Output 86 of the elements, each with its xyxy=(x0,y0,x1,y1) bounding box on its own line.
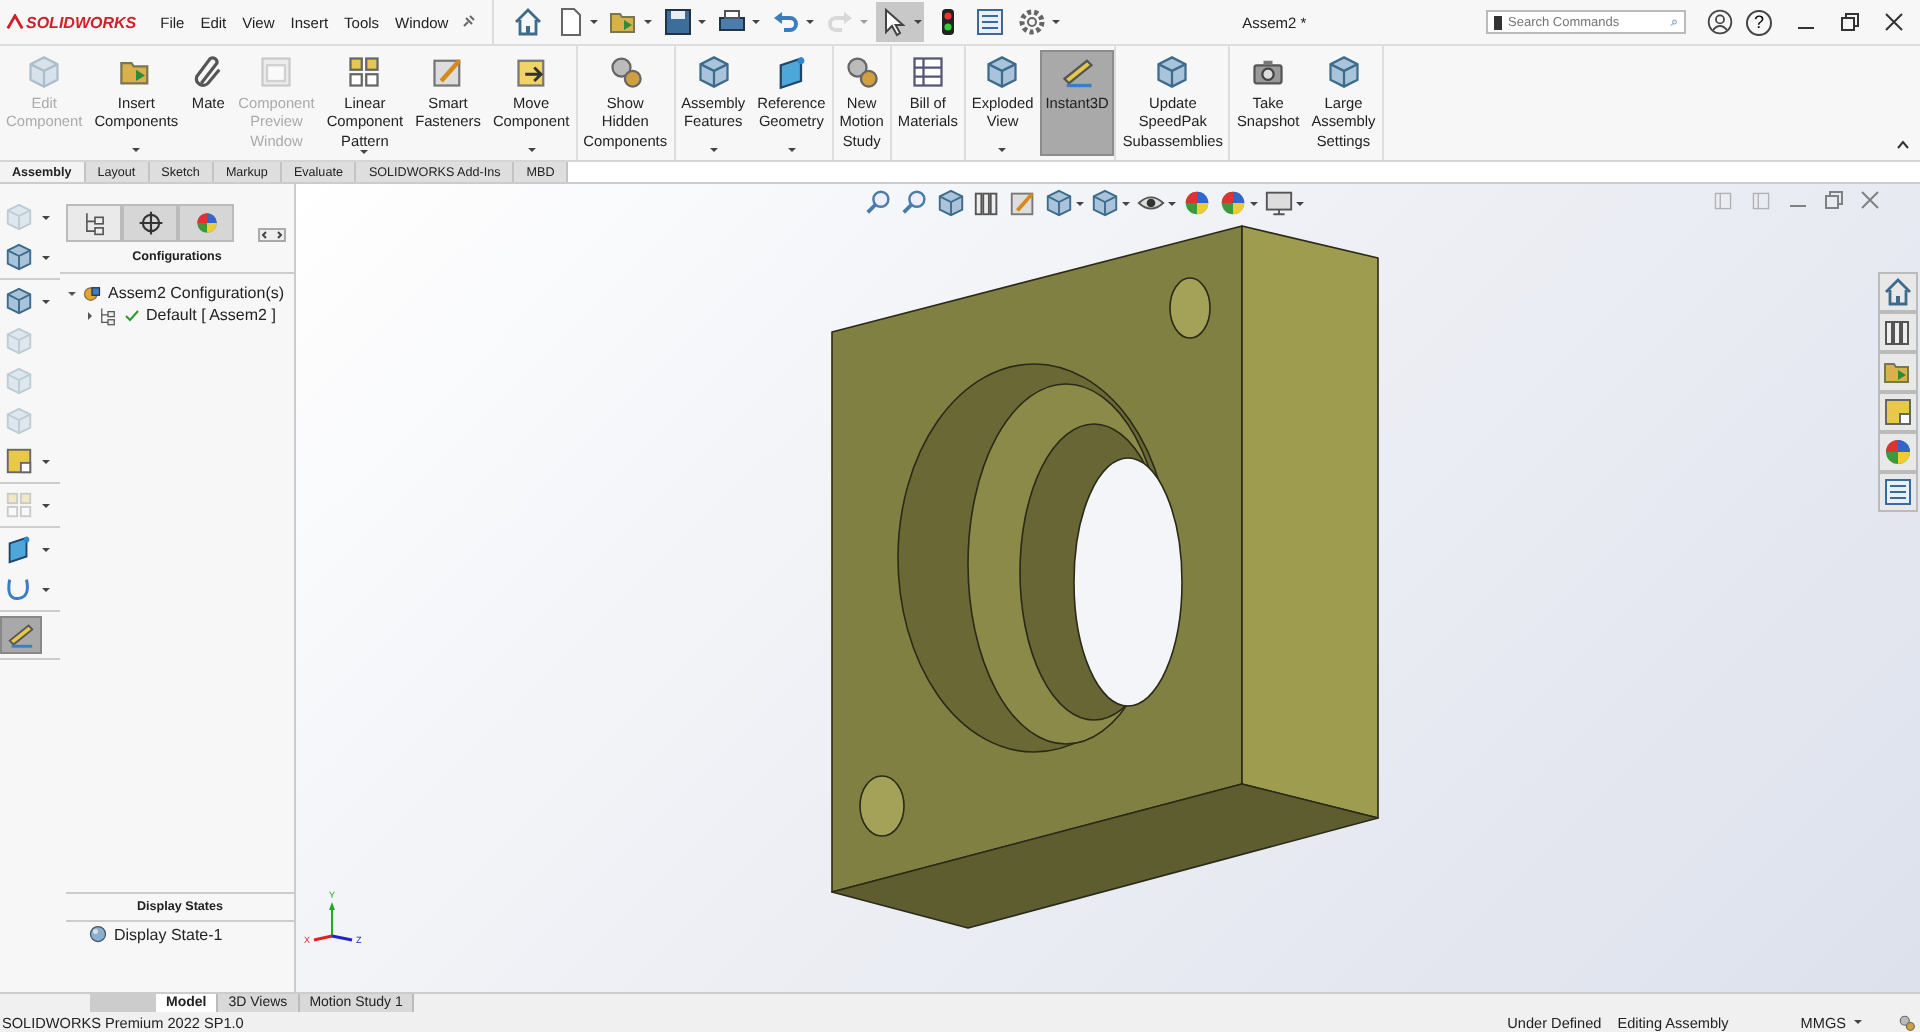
close-icon[interactable] xyxy=(1884,12,1904,32)
cube-icon xyxy=(1325,54,1362,90)
cube-icon[interactable] xyxy=(4,242,34,272)
home-icon[interactable] xyxy=(512,6,545,38)
monitor-icon[interactable] xyxy=(1264,188,1294,218)
check-icon xyxy=(124,307,140,323)
caret-icon[interactable] xyxy=(698,20,707,24)
command-prompt-icon xyxy=(1494,15,1502,29)
user-icon[interactable] xyxy=(1706,8,1734,36)
caret-icon[interactable] xyxy=(806,20,815,24)
ruler-icon[interactable] xyxy=(6,620,36,650)
book-icon[interactable] xyxy=(1878,312,1918,352)
configuration-icon xyxy=(82,283,102,303)
cube-icon[interactable] xyxy=(1044,188,1074,218)
caret-icon[interactable] xyxy=(42,547,50,551)
color-ball-icon[interactable] xyxy=(1182,188,1212,218)
chevron-icon[interactable] xyxy=(1896,140,1910,150)
color-ball-icon xyxy=(193,210,219,236)
tree-item[interactable]: Assem2 Configuration(s) xyxy=(108,284,285,302)
caret-icon[interactable] xyxy=(709,148,718,152)
crosshair-icon xyxy=(137,210,163,236)
caret-icon[interactable] xyxy=(42,459,50,463)
undo-icon[interactable] xyxy=(770,6,803,38)
gears-icon xyxy=(607,54,644,90)
cube-icon[interactable] xyxy=(1090,188,1120,218)
caret-icon[interactable] xyxy=(787,148,796,152)
layout-icon[interactable] xyxy=(1878,392,1918,432)
caret-icon[interactable] xyxy=(42,299,50,303)
logo-icon xyxy=(6,13,24,31)
caret-icon[interactable] xyxy=(42,587,50,591)
caret-icon[interactable] xyxy=(752,20,761,24)
caret-icon[interactable] xyxy=(1052,20,1061,24)
axis-triad-drawing xyxy=(313,902,353,942)
caret-icon[interactable] xyxy=(527,148,536,152)
tree-icon xyxy=(98,305,118,325)
caret-icon[interactable] xyxy=(998,148,1007,152)
caret-icon[interactable] xyxy=(914,20,923,24)
plane-icon[interactable] xyxy=(4,534,34,564)
caret-icon[interactable] xyxy=(132,148,141,152)
panel-tab[interactable] xyxy=(178,204,234,242)
color-ball-icon[interactable] xyxy=(1218,188,1248,218)
pin-icon[interactable] xyxy=(460,14,477,30)
caret-icon[interactable] xyxy=(360,150,369,155)
settings-icon[interactable] xyxy=(1016,6,1049,38)
tree-icon xyxy=(81,210,107,236)
caret-icon[interactable] xyxy=(590,20,599,24)
cube-icon xyxy=(984,54,1021,90)
caret-icon[interactable] xyxy=(1854,1020,1862,1024)
logo-text: SOLIDWORKS xyxy=(26,13,137,31)
book-icon[interactable] xyxy=(972,188,1002,218)
scroll-arrows-icon[interactable] xyxy=(258,228,286,242)
gears-icon[interactable] xyxy=(1898,1013,1916,1031)
home-icon[interactable] xyxy=(1878,272,1918,312)
magnifier-icon[interactable] xyxy=(900,188,930,218)
display-state-item[interactable]: Display State-1 xyxy=(114,925,223,943)
panel-tab[interactable] xyxy=(122,204,178,242)
caret-icon[interactable] xyxy=(1250,201,1258,205)
ruler-icon xyxy=(1059,54,1096,90)
restore-icon[interactable] xyxy=(1840,12,1860,32)
magnifier-icon[interactable] xyxy=(864,188,894,218)
move-icon xyxy=(513,54,550,90)
cube-icon[interactable] xyxy=(936,188,966,218)
curve-icon[interactable] xyxy=(4,574,34,604)
caret-icon[interactable] xyxy=(1122,201,1130,205)
tree-item[interactable]: Default [ Assem2 ] xyxy=(146,306,276,324)
panel-tab[interactable] xyxy=(66,204,122,242)
caret-icon[interactable] xyxy=(1076,201,1084,205)
gears-icon xyxy=(843,54,880,90)
caret-icon[interactable] xyxy=(1168,201,1176,205)
open-folder-icon[interactable] xyxy=(1878,352,1918,392)
cube-icon xyxy=(695,54,732,90)
help-button[interactable]: ? xyxy=(1746,9,1772,35)
caret-icon[interactable] xyxy=(42,255,50,259)
cube-icon xyxy=(1154,54,1191,90)
cube-icon xyxy=(26,54,63,90)
save-icon[interactable] xyxy=(662,6,695,38)
cube-icon[interactable] xyxy=(4,286,34,316)
caret-icon[interactable] xyxy=(1296,201,1304,205)
list-icon[interactable] xyxy=(1878,472,1918,512)
caret-icon[interactable] xyxy=(644,20,653,24)
list-icon[interactable] xyxy=(974,6,1007,38)
layout-icon[interactable] xyxy=(4,446,34,476)
sphere-icon xyxy=(88,924,108,944)
grid-icon xyxy=(346,54,383,90)
window-icon xyxy=(258,54,295,90)
table-icon xyxy=(909,54,946,90)
